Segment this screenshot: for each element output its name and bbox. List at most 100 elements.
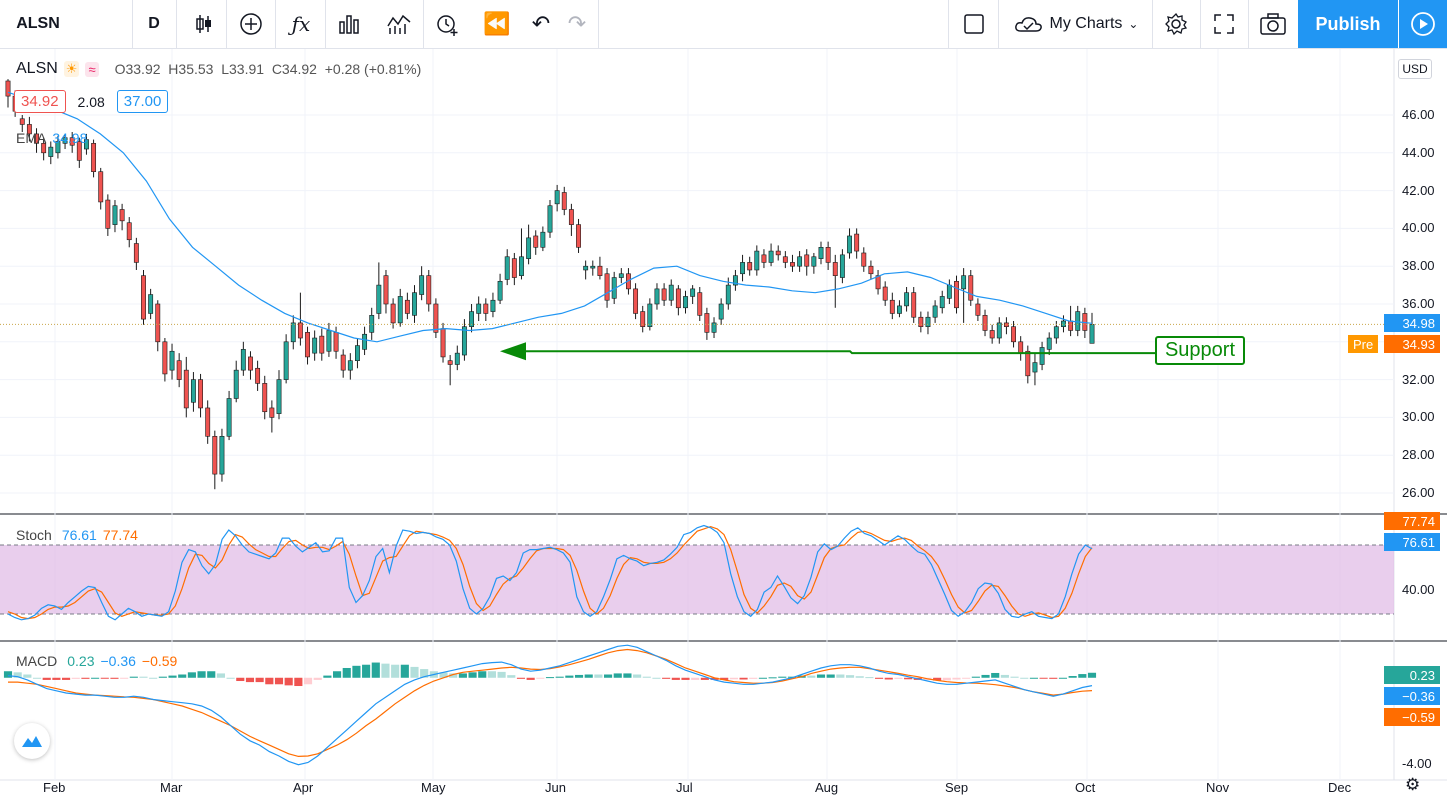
macd-histogram-bar [991,672,1000,678]
candle-body [490,299,496,312]
macd-histogram-bar [904,677,913,680]
macd-legend: MACD 0.23 −0.36 −0.59 [16,653,177,669]
time-axis-tick: Dec [1328,780,1352,795]
alert-icon[interactable] [428,0,466,48]
candle-body [811,256,817,267]
candle-body [1061,320,1066,327]
camera-icon[interactable] [1253,0,1293,48]
candle-body [854,233,860,252]
candle-body [533,235,539,248]
undo-icon[interactable]: ↶ [522,0,560,48]
chart-canvas[interactable] [0,49,1447,802]
sun-icon: ☀ [63,61,80,77]
add-compare-icon[interactable] [232,0,270,48]
currency-label[interactable]: USD [1398,59,1432,79]
candle-body [48,146,54,157]
macd-histogram-bar [197,671,206,678]
macd-histogram-bar [129,676,138,678]
candle-body [183,369,189,409]
interval-button[interactable]: D [132,0,176,48]
pre-market-label: Pre [1348,335,1379,353]
candles-icon[interactable] [186,0,222,48]
candle-body [882,286,888,301]
replay-icon[interactable]: ⏪ [478,0,516,48]
fullscreen-icon[interactable] [1205,0,1243,48]
toolbar-divider [325,0,326,48]
time-axis-tick: May [421,780,446,795]
macd-histogram-bar [875,677,884,679]
candle-body [961,275,967,290]
stoch-axis-tick: 40.00 [1402,582,1435,597]
macd-histogram-bar [1020,677,1029,679]
symbol-search-button[interactable]: ALSN [0,0,76,48]
stoch-legend: Stoch 76.61 77.74 [16,527,138,543]
candle-body [262,383,268,413]
play-icon[interactable] [1399,0,1447,48]
ask-price[interactable]: 37.00 [116,90,169,113]
fx-indicators-icon[interactable]: ƒx [282,0,320,48]
candle-body [283,341,289,380]
toolbar-divider [423,0,424,48]
macd-histogram-bar [294,677,303,687]
toolbar-divider [598,0,599,48]
redo-icon[interactable]: ↷ [558,0,596,48]
price-axis-tick: 44.00 [1402,144,1435,160]
candle-body [675,288,681,309]
ema-price-tag: 34.98 [1384,314,1440,332]
candle-body [205,407,211,437]
time-axis-tick: Apr [293,780,314,795]
candle-body [319,335,325,354]
stoch-band [0,545,1394,614]
macd-histogram-bar [671,677,680,680]
macd-histogram-bar [323,675,332,678]
candle-body [540,231,546,248]
publish-button[interactable]: Publish [1298,0,1398,48]
macd-label[interactable]: MACD [16,653,57,669]
macd-signal-value: −0.59 [141,653,178,669]
candle-body [340,354,346,371]
candle-body [1039,347,1045,365]
settings-icon[interactable] [1157,0,1195,48]
candle-body [91,143,97,172]
macd-histogram-bar [313,677,322,680]
macd-histogram-bar [884,677,893,680]
candle-body [98,171,104,203]
candle-body [362,333,368,350]
my-charts-button[interactable]: My Charts ⌄ [1000,0,1152,48]
ema-label[interactable]: EMA [16,130,46,146]
candle-body [547,205,553,233]
candle-body [768,250,774,263]
macd-histogram-bar [255,677,264,683]
stoch-label[interactable]: Stoch [16,527,52,543]
macd-histogram-bar [952,677,961,680]
candle-body [1018,341,1024,354]
legend-symbol[interactable]: ALSN [16,60,58,78]
macd-histogram-bar [168,675,177,678]
candle-body [198,379,203,409]
candle-body [996,322,1002,339]
macd-histogram-bar [139,676,148,678]
time-axis-tick: Jun [545,780,566,795]
macd-histogram-bar [187,672,196,678]
macd-histogram-bar [778,676,787,678]
ema-legend: EMA 34.98 [16,130,87,146]
candle-body [775,250,781,256]
macd-histogram-bar [526,677,535,680]
candle-body [668,284,674,301]
templates-icon[interactable] [380,0,418,48]
macd-histogram-bar [23,674,32,678]
axis-settings-icon[interactable]: ⚙ [1405,775,1420,795]
macd-histogram-bar [178,674,187,678]
macd-histogram-bar [333,671,342,678]
macd-histogram-bar [681,677,690,680]
stoch-d-value: 77.74 [102,527,138,543]
tradingview-logo-icon[interactable] [14,723,50,759]
layout-icon[interactable] [955,0,993,48]
financials-icon[interactable] [330,0,368,48]
bid-price[interactable]: 34.92 [14,90,66,113]
macd-histogram-bar [623,673,632,678]
macd-histogram-bar [845,675,855,678]
support-annotation[interactable]: Support [1155,336,1245,365]
my-charts-label: My Charts [1049,15,1123,32]
toolbar-divider [1200,0,1201,48]
